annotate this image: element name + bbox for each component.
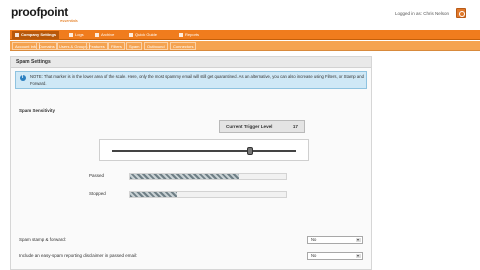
main-nav: Company Settings Logs Archive Quick Guid… — [10, 30, 480, 40]
disclaimer-label: Include an easy-spam reporting disclaime… — [19, 253, 138, 258]
nav-tab-archive[interactable]: Archive — [92, 31, 117, 39]
stopped-label: Stopped — [89, 191, 106, 196]
chevron-down-icon — [356, 254, 361, 258]
nav-tab-reports[interactable]: Reports — [176, 31, 202, 39]
passed-bar — [129, 173, 287, 180]
passed-label: Passed — [89, 173, 105, 178]
spam-sensitivity-label: Spam Sensitivity — [19, 108, 56, 113]
disclaimer-value: No — [311, 253, 317, 258]
building-icon — [15, 32, 19, 37]
sensitivity-slider-box — [99, 139, 309, 161]
sensitivity-slider-thumb[interactable] — [247, 147, 253, 155]
chevron-down-icon — [356, 238, 361, 242]
panel-title: Spam Settings — [11, 57, 371, 68]
nav-tab-quick-guide[interactable]: Quick Guide — [126, 31, 160, 39]
stamp-forward-select[interactable]: No — [307, 236, 363, 244]
archive-icon — [95, 32, 99, 37]
trigger-level-value: 17 — [292, 124, 298, 129]
logs-icon — [69, 32, 73, 37]
subnav-domains[interactable]: Domains — [36, 42, 58, 50]
stopped-bar — [129, 191, 287, 198]
reports-icon — [179, 32, 183, 37]
subnav-connectors[interactable]: Connectors — [170, 42, 197, 50]
stamp-forward-label: Spam stamp & forward: — [19, 237, 67, 242]
disclaimer-select[interactable]: No — [307, 252, 363, 260]
passed-bar-fill — [130, 174, 240, 179]
subnav-spam[interactable]: Spam — [126, 42, 143, 50]
logo-subtitle: essentials — [60, 18, 78, 23]
proofpoint-logo: proofpoint — [11, 5, 68, 19]
logout-icon[interactable] — [456, 8, 466, 18]
guide-icon — [129, 32, 133, 37]
subnav-filters[interactable]: Filters — [108, 42, 125, 50]
subnav-features[interactable]: Features — [86, 42, 108, 50]
note-text: NOTE: That marker is in the lower area o… — [30, 74, 364, 86]
info-icon — [20, 74, 26, 81]
trigger-level-label: Current Trigger Level — [226, 124, 273, 129]
sub-nav: Account Info Domains Users & Groups Feat… — [10, 41, 480, 51]
nav-tab-company-settings[interactable]: Company Settings — [12, 31, 60, 39]
app-header: proofpoint essentials Logged in as: Chri… — [0, 0, 480, 28]
subnav-outbound[interactable]: Outbound — [144, 42, 168, 50]
nav-tab-logs[interactable]: Logs — [66, 31, 87, 39]
logged-in-user: Logged in as: Chris Nelson — [395, 11, 450, 16]
stopped-bar-fill — [130, 192, 177, 197]
info-note: NOTE: That marker is in the lower area o… — [15, 71, 367, 89]
stamp-forward-value: No — [311, 237, 317, 242]
spam-settings-panel: Spam Settings NOTE: That marker is in th… — [10, 56, 372, 270]
sensitivity-slider-track[interactable] — [112, 150, 296, 152]
current-trigger-level-button[interactable]: Current Trigger Level 17 — [219, 120, 305, 133]
